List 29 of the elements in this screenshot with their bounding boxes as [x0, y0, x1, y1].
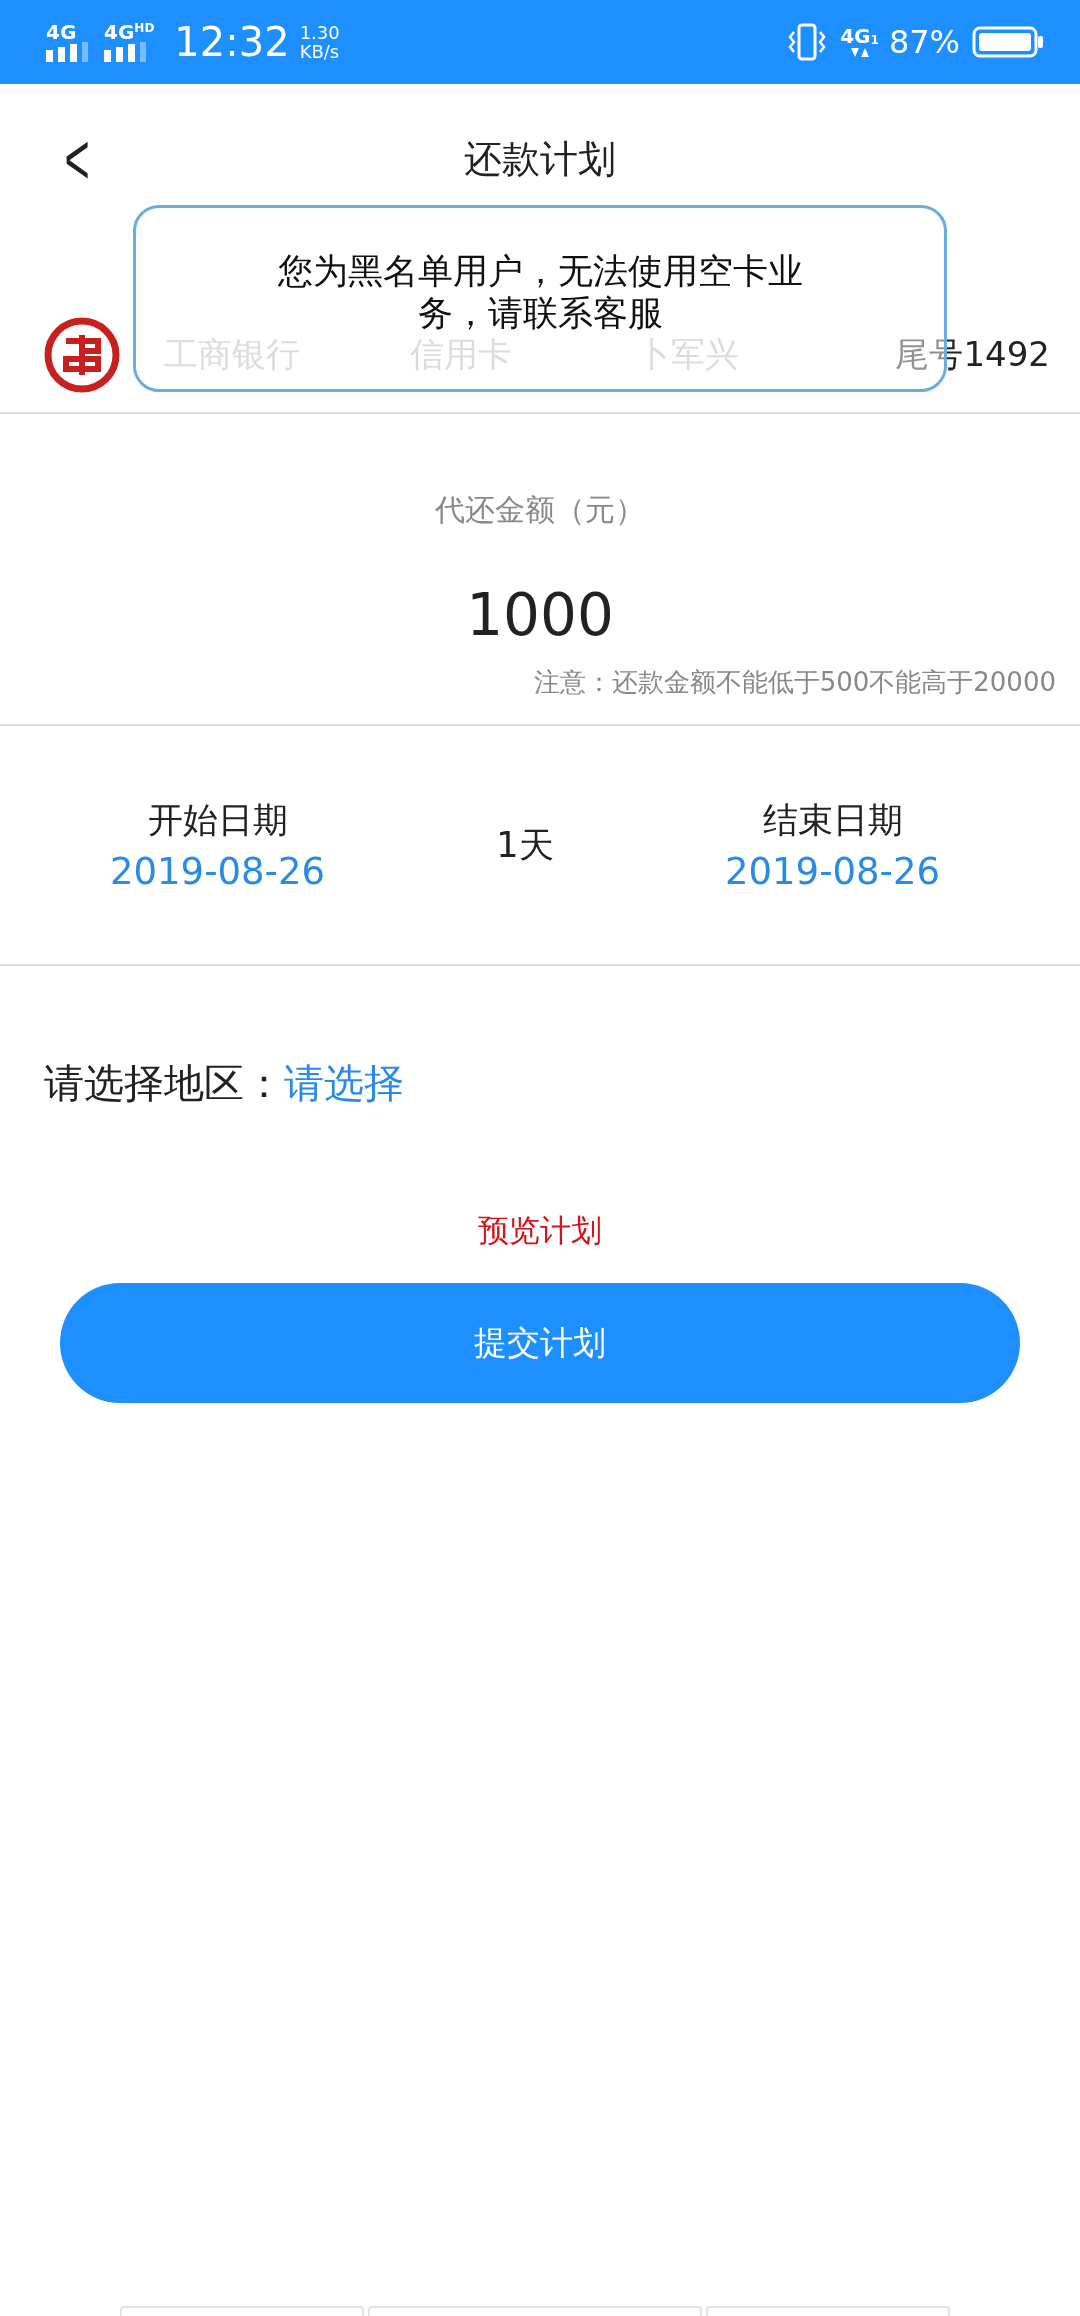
network-label: 4G: [104, 22, 135, 42]
region-label: 请选择地区：: [44, 1059, 284, 1108]
day-count: 1天: [495, 823, 555, 867]
amount-label: 代还金额（元）: [435, 491, 645, 529]
signal-icon: [46, 42, 90, 62]
network-superscript: HD: [134, 22, 155, 37]
data-arrows-icon: [849, 46, 870, 58]
region-select[interactable]: 请选择: [284, 1056, 404, 1111]
network-label: 4G: [840, 26, 871, 46]
signal-icon: [104, 42, 148, 62]
clock: 12:32: [174, 19, 290, 65]
back-button[interactable]: <: [64, 118, 90, 200]
speed-value: 1.30: [299, 23, 340, 42]
vibrate-icon: [788, 22, 827, 62]
network-subscript: 1: [870, 34, 879, 46]
speed-unit: KB/s: [299, 42, 340, 61]
amount-value: 1000: [466, 581, 614, 649]
page-title: 还款计划: [464, 135, 616, 183]
amount-note: 注意：还款金额不能低于500不能高于20000: [533, 666, 1056, 699]
start-date-label: 开始日期: [147, 799, 288, 842]
end-date-label: 结束日期: [762, 799, 903, 842]
battery-percent: 87%: [888, 23, 960, 61]
bank-logo-icon: [44, 317, 120, 393]
end-date[interactable]: 2019-08-26: [725, 850, 940, 893]
network-label: 4G: [46, 22, 77, 42]
start-date[interactable]: 2019-08-26: [110, 850, 325, 893]
battery-icon: [972, 26, 1044, 58]
submit-button[interactable]: 提交计划: [60, 1283, 1020, 1403]
preview-link[interactable]: 预览计划: [472, 1209, 608, 1253]
